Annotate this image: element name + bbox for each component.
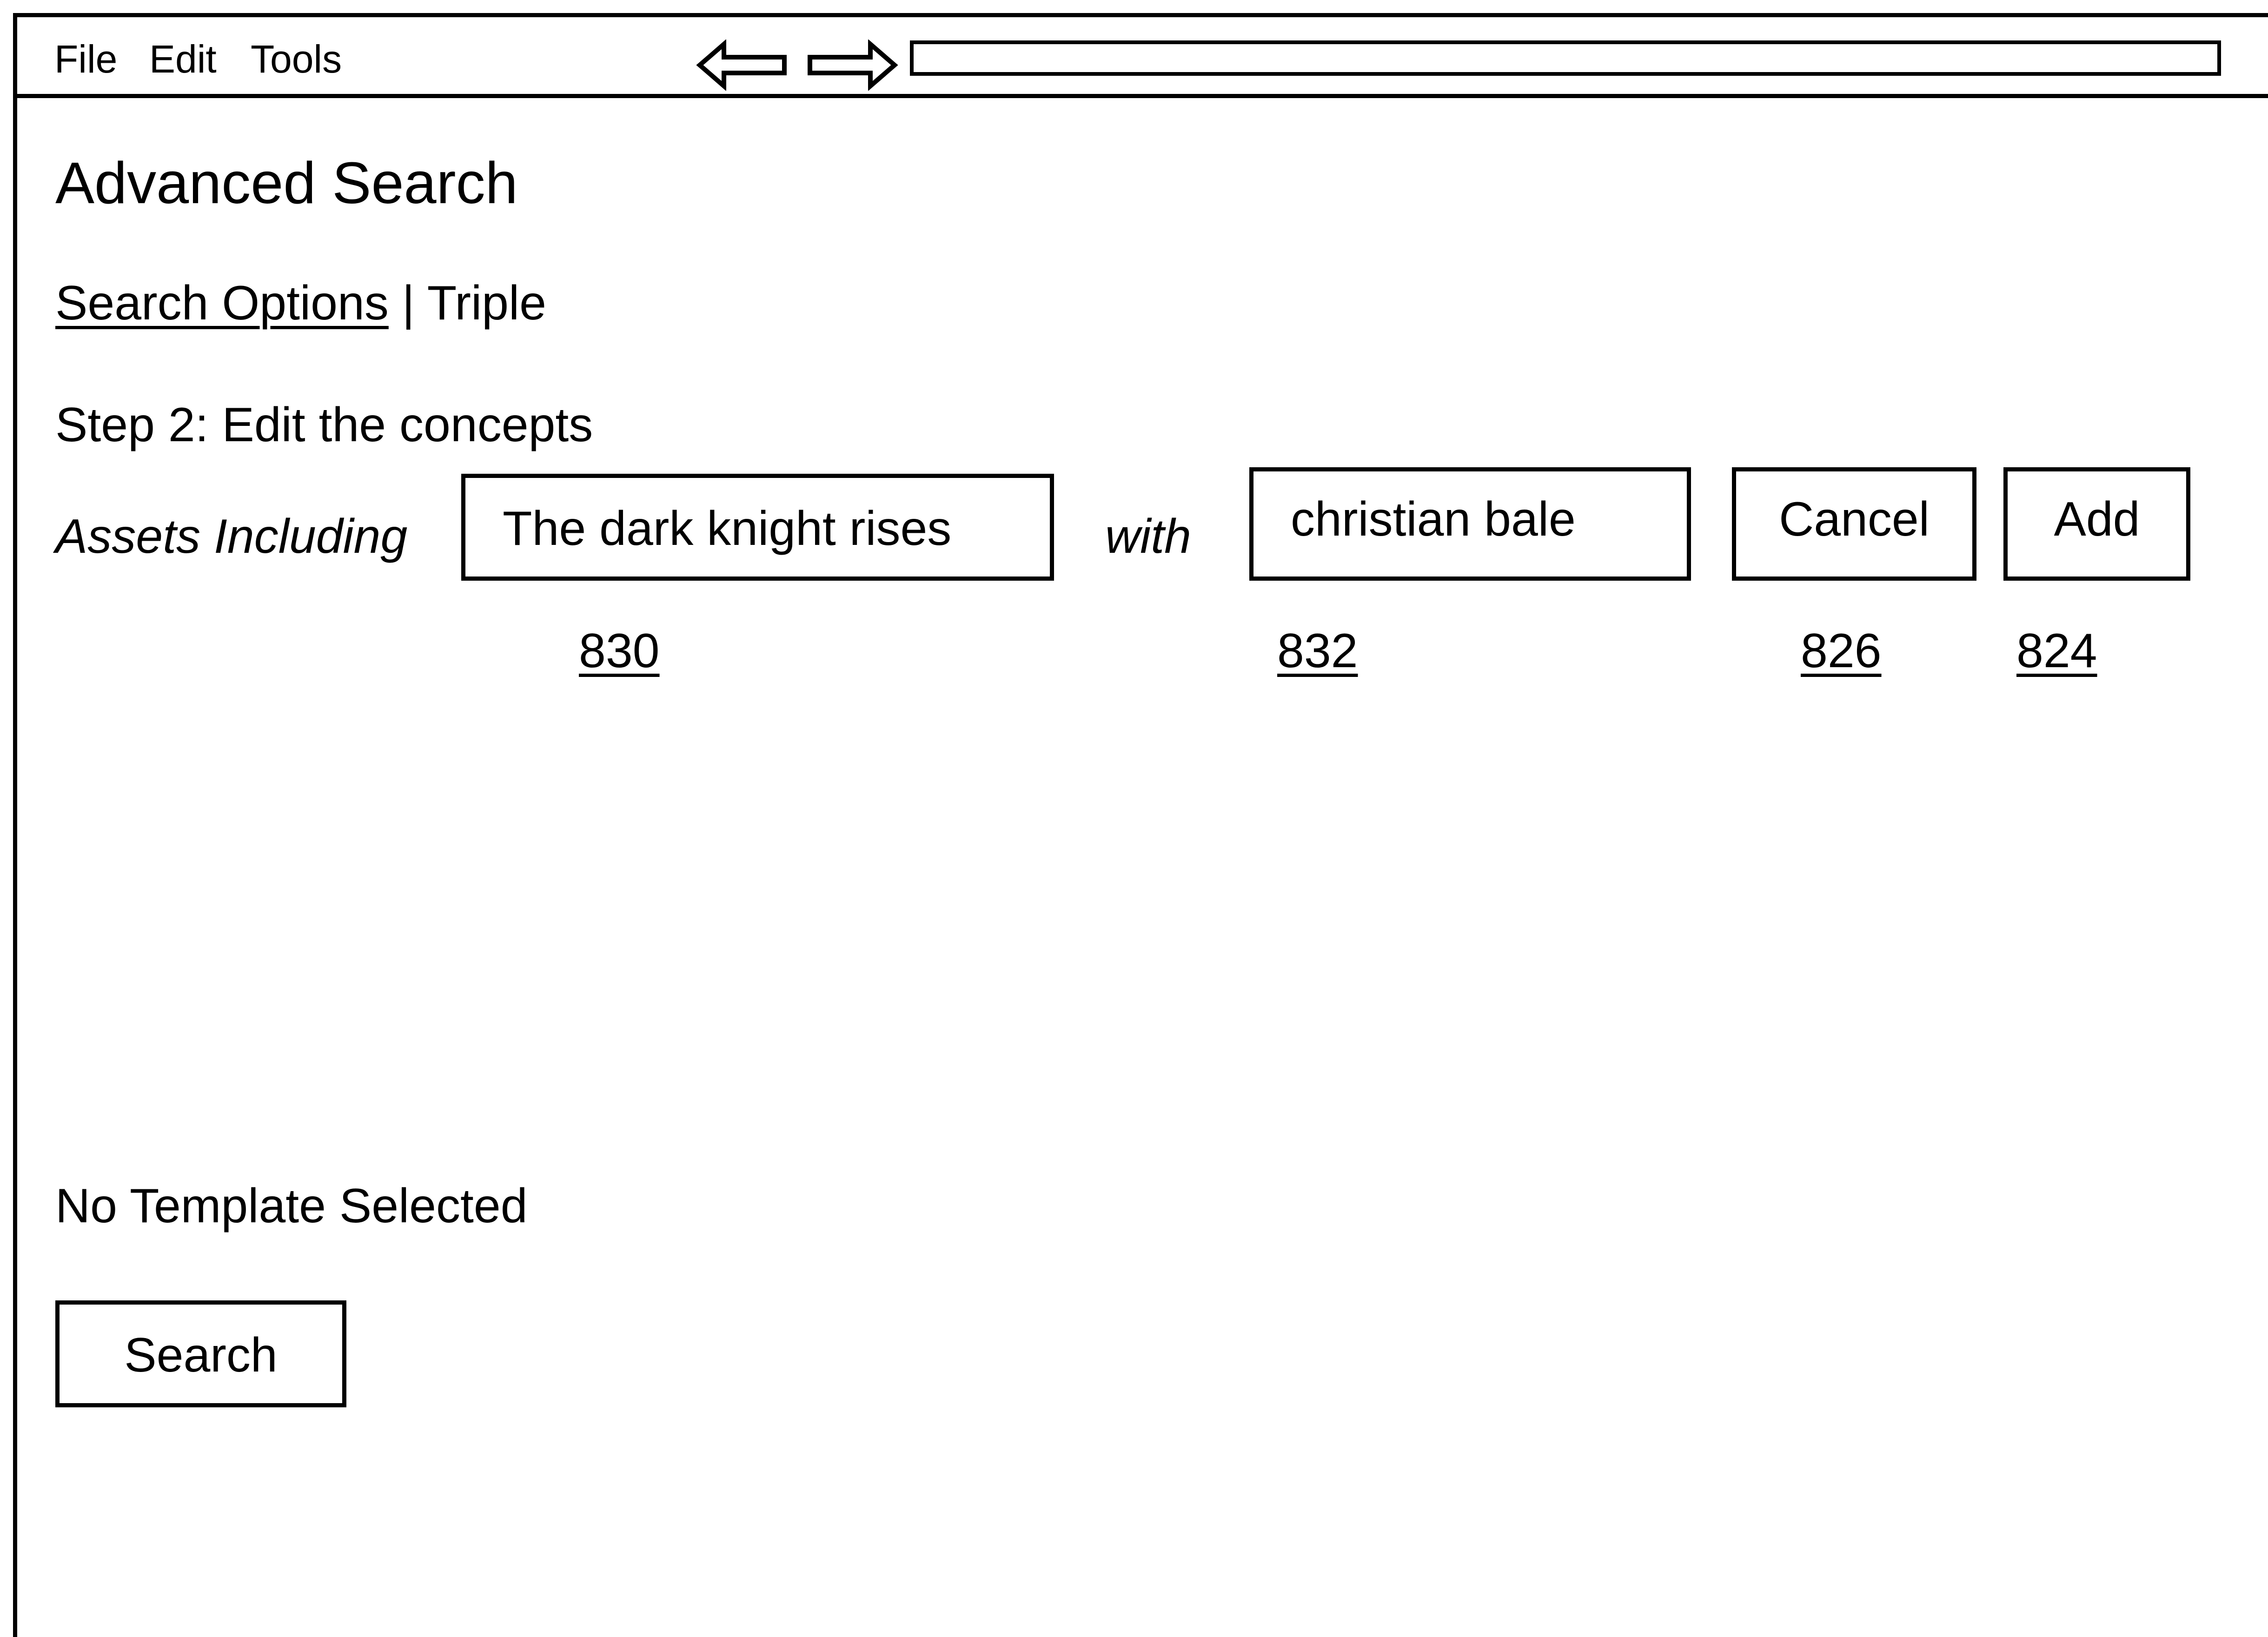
right-arrow-icon[interactable] — [805, 40, 898, 91]
address-bar[interactable] — [910, 40, 2221, 76]
search-options-link[interactable]: Search Options — [55, 276, 389, 330]
add-button-label: Add — [2054, 492, 2140, 546]
cancel-button[interactable]: Cancel — [1732, 467, 1976, 581]
assets-including-label: Assets Including — [55, 510, 408, 563]
menu-tools[interactable]: Tools — [251, 36, 342, 82]
breadcrumb: Search Options | Triple — [55, 273, 546, 333]
object-concept-field[interactable]: christian bale — [1249, 467, 1691, 581]
with-label: with — [1105, 510, 1191, 563]
search-button-label: Search — [124, 1328, 278, 1382]
subject-concept-field[interactable]: The dark knight rises — [461, 474, 1054, 581]
page-title: Advanced Search — [55, 150, 518, 216]
subject-concept-value: The dark knight rises — [503, 502, 952, 556]
reference-number-object: 832 — [1277, 624, 1358, 678]
menu-edit[interactable]: Edit — [149, 36, 217, 82]
cancel-button-label: Cancel — [1779, 492, 1930, 546]
menu-bar: File Edit Tools — [17, 17, 2268, 98]
breadcrumb-current: Triple — [427, 276, 546, 330]
reference-number-cancel: 826 — [1801, 624, 1882, 678]
left-arrow-icon[interactable] — [696, 40, 789, 91]
menu-file[interactable]: File — [54, 36, 117, 82]
address-input[interactable] — [914, 44, 2217, 72]
reference-number-add: 824 — [2016, 624, 2097, 678]
browser-window: File Edit Tools Advanced Search Search O… — [13, 13, 2268, 1637]
template-status: No Template Selected — [55, 1179, 528, 1233]
add-button[interactable]: Add — [2003, 467, 2190, 581]
search-button[interactable]: Search — [55, 1300, 346, 1407]
reference-number-subject: 830 — [579, 624, 660, 678]
object-concept-value: christian bale — [1291, 492, 1576, 546]
breadcrumb-separator: | — [402, 276, 415, 330]
step-label: Step 2: Edit the concepts — [55, 398, 593, 452]
